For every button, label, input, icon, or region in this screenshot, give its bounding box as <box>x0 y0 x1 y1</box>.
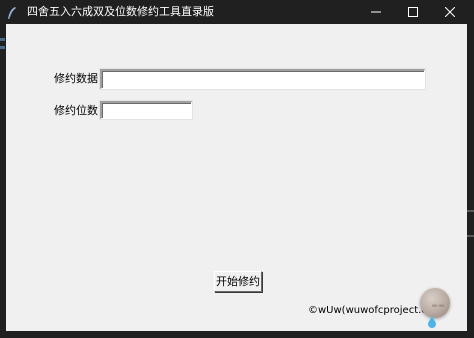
background-edge-mark <box>0 38 5 41</box>
data-label: 修约数据: <box>54 72 102 85</box>
digits-label: 修约位数: <box>54 104 102 117</box>
data-input[interactable] <box>100 69 425 89</box>
title-bar[interactable]: 四舍五入六成双及位数修约工具直录版 <box>0 0 474 24</box>
window-title: 四舍五入六成双及位数修约工具直录版 <box>27 5 214 18</box>
close-icon <box>445 7 455 17</box>
background-edge-mark <box>467 210 474 212</box>
water-drop-icon <box>428 313 436 328</box>
ball-text: wk-wk <box>432 303 445 308</box>
minimize-icon <box>371 11 381 13</box>
client-area: 修约数据: 修约位数: 开始修约 ©wUw(wuwofcproject.com) <box>6 24 467 331</box>
background-edge-mark <box>467 235 474 237</box>
app-window: 四舍五入六成双及位数修约工具直录版 修约数据: 修约位数: 开始修约 ©wUw(… <box>0 0 474 338</box>
minimize-button[interactable] <box>358 0 394 24</box>
digits-input[interactable] <box>100 101 192 119</box>
maximize-icon <box>408 7 418 17</box>
feather-icon <box>7 5 17 20</box>
start-rounding-button[interactable]: 开始修约 <box>214 271 262 292</box>
close-button[interactable] <box>432 0 468 24</box>
maximize-button[interactable] <box>395 0 431 24</box>
background-edge-mark <box>0 46 5 49</box>
